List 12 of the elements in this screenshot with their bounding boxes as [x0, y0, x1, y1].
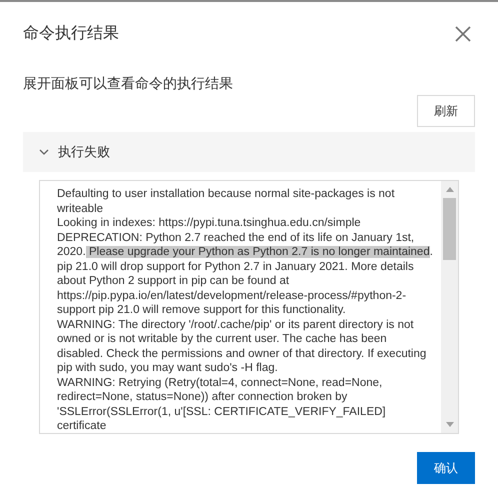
refresh-button[interactable]: 刷新: [417, 95, 475, 127]
scroll-up-icon[interactable]: [446, 187, 454, 192]
dialog-title: 命令执行结果: [23, 24, 119, 44]
chevron-icon: [39, 147, 49, 157]
log-text: Defaulting to user installation because normal site-packages is not writeable Looking in indexes: https://pypi.tuna.tsinghua.edu.cn/simple DEPRECATION: Python 2.7 reached the end of its life on January 1st, 2020. Please upgrade your Python as Python 2.7 is no longer maintained. pip 21.0 will drop support for Python 2.7 in January 2021. More details about Python 2 support in pip can be found at https://pip.pypa.io/en/latest/development/release-process/#python-2-support pip 21.0 will remove support for this functionality. WARNING: The directory '/root/.cache/pip' or its parent directory is not owned or is not writable by the current user. The cache has been disabled. Check the permissions and owner of that directory. If executing pip with sudo, you may want sudo's -H flag. WARNING: Retrying (Retry(total=4, connect=None, read=None, redirect=None, status=None)) after connection broken by 'SSLError(SSLError(1, u'[SSL: CERTIFICATE_VERIFY_FAILED] certificate: [57, 187, 434, 434]
description-text: 展开面板可以查看命令的执行结果: [23, 74, 234, 92]
scrollbar[interactable]: [441, 181, 458, 433]
panel-header[interactable]: 执行失败: [23, 132, 475, 172]
scroll-down-icon[interactable]: [446, 422, 454, 427]
close-icon[interactable]: [454, 25, 472, 43]
scrollbar-thumb[interactable]: [443, 198, 456, 260]
confirm-button[interactable]: 确认: [417, 452, 475, 484]
